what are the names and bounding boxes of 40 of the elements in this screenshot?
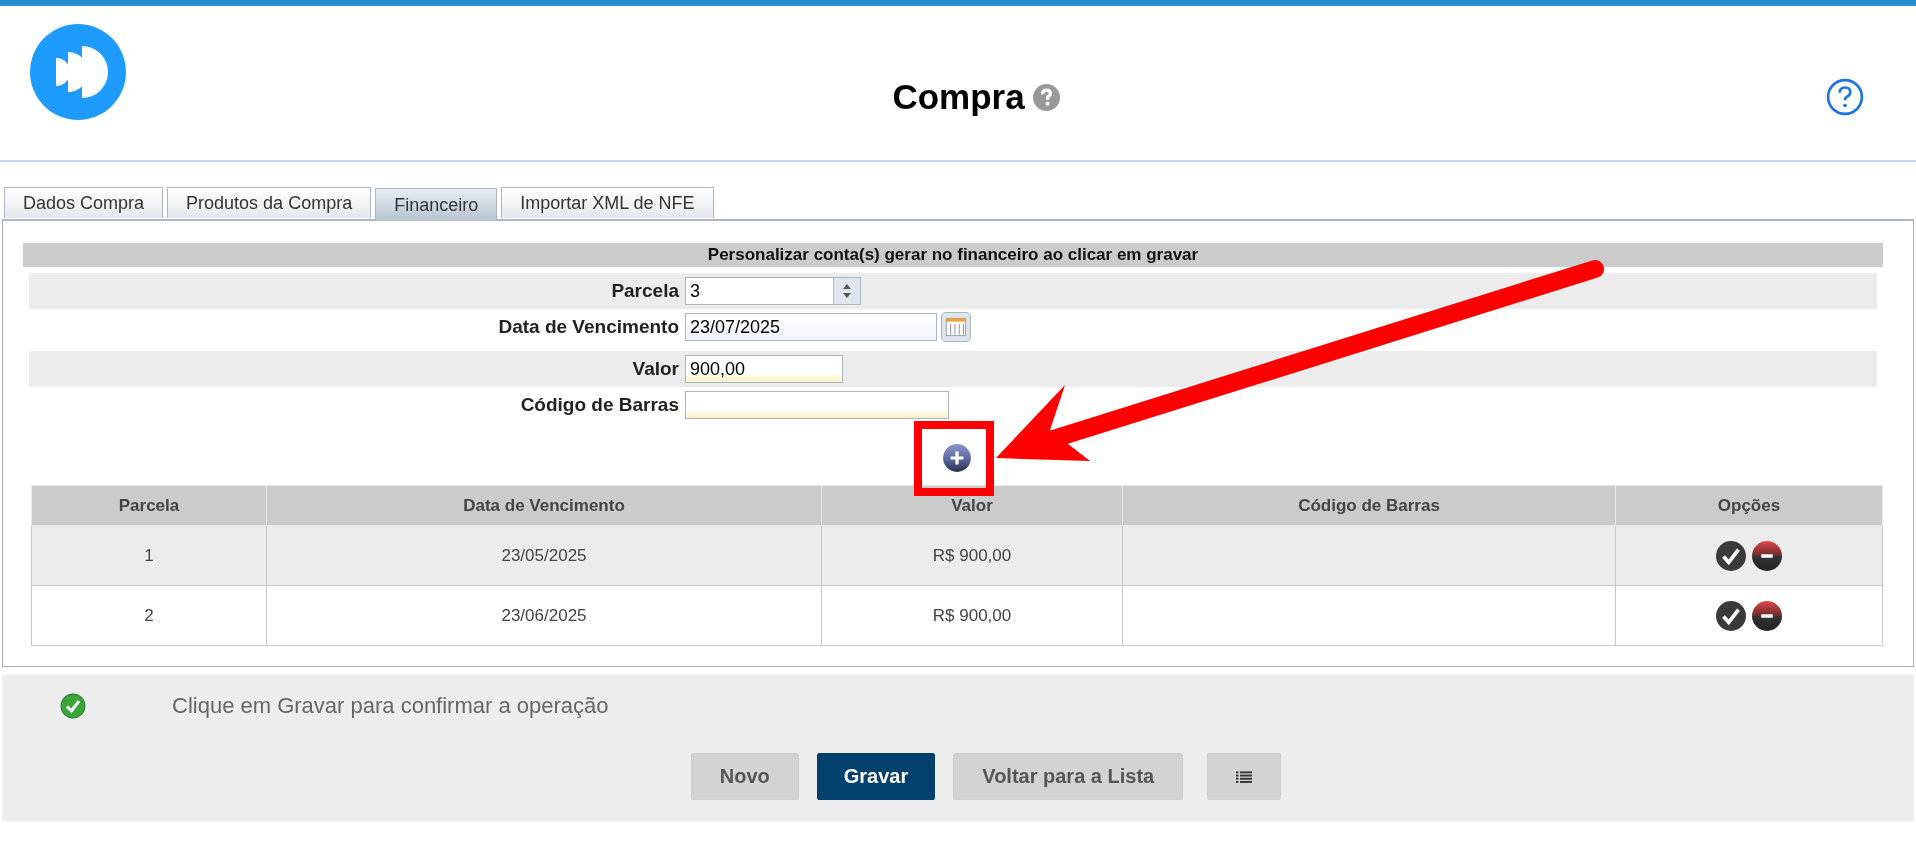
table-cell: 23/05/2025 [266, 525, 822, 586]
field-label: Código de Barras [519, 394, 680, 416]
remove-icon[interactable] [1752, 540, 1782, 571]
check-icon[interactable] [1716, 540, 1746, 571]
status-message: Clique em Gravar para confirmar a operação [172, 693, 609, 719]
number-field[interactable]: 3 [685, 277, 861, 305]
field-label: Data de Vencimento [497, 316, 680, 338]
text-field[interactable]: 900,00 [685, 355, 843, 383]
logo-icon [30, 24, 126, 120]
check-icon[interactable] [1716, 600, 1746, 631]
success-icon [60, 693, 86, 719]
add-button[interactable] [942, 443, 972, 473]
action-button[interactable]: Voltar para a Lista [953, 753, 1184, 800]
save-button[interactable]: Gravar [816, 753, 936, 800]
date-field[interactable]: 23/07/2025 [685, 313, 937, 341]
table-cell: R$ 900,00 [821, 585, 1123, 646]
tab[interactable]: Importar XML de NFE [501, 187, 714, 218]
list-icon [1236, 768, 1253, 785]
field-label: Parcela [610, 280, 680, 302]
tab[interactable]: Financeiro [375, 188, 498, 221]
help-icon[interactable] [1032, 83, 1060, 111]
column-header: Opções [1615, 485, 1883, 526]
table-cell: 2 [31, 585, 267, 646]
section-title: Personalizar conta(s) gerar no financeiro ao clicar em gravar [23, 243, 1883, 267]
tab[interactable]: Produtos da Compra [167, 187, 372, 218]
field-label: Valor [631, 358, 680, 380]
table-cell: R$ 900,00 [821, 525, 1123, 586]
table-cell: 23/06/2025 [266, 585, 822, 646]
text-field[interactable] [685, 391, 949, 419]
table-cell: 1 [31, 525, 267, 586]
column-header: Parcela [31, 485, 267, 526]
column-header: Data de Vencimento [266, 485, 822, 526]
help-icon[interactable] [1826, 78, 1864, 116]
tab[interactable]: Dados Compra [4, 187, 164, 218]
action-button[interactable]: Novo [690, 753, 799, 800]
column-header: Valor [821, 485, 1123, 526]
column-header: Código de Barras [1122, 485, 1616, 526]
list-button[interactable] [1207, 753, 1282, 800]
page-title: Compra [892, 77, 1025, 117]
remove-icon[interactable] [1752, 600, 1782, 631]
